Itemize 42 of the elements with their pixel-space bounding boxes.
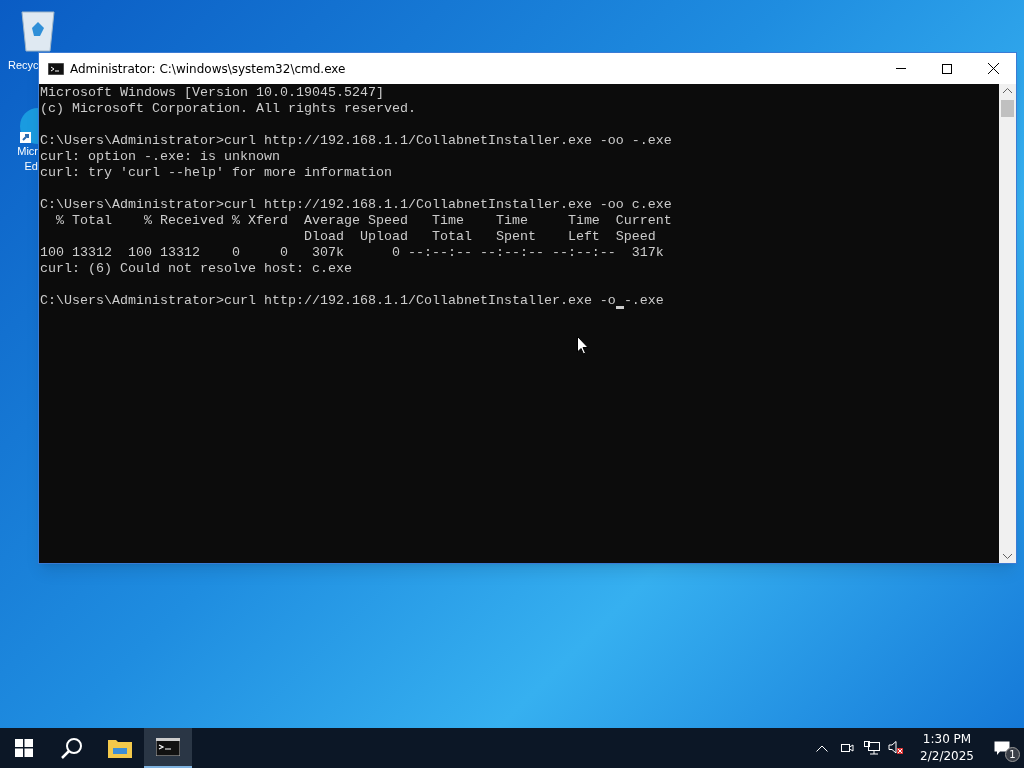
scroll-thumb[interactable] [1001,100,1014,117]
console-line: (c) Microsoft Corporation. All rights reserved. [40,101,416,117]
console-line: 100 13312 100 13312 0 0 307k 0 --:--:-- --:--:-- --:--:-- 317k [40,245,664,261]
window-title: Administrator: C:\windows\system32\cmd.exe [70,60,346,78]
maximize-icon [942,63,952,74]
console-line: Dload Upload Total Spent Left Speed [302,229,656,245]
recycle-bin-icon[interactable] [18,8,58,52]
console-app-icon [48,62,64,75]
scroll-up-icon[interactable] [1003,88,1012,94]
console-line: C:\Users\Administrator>curl http://192.168.1.1/CollabnetInstaller.exe -oo -.exe [40,133,672,149]
notification-badge: 1 [1005,747,1020,762]
muted-speaker-icon[interactable] [888,740,905,756]
desktop-icon-label: Recyc [8,58,39,73]
windows-logo-icon [15,739,33,757]
console-line: % Total % Received % Xferd Average Speed Time Time Time Current [55,213,672,229]
console-line: curl: try 'curl --help' for more information [40,165,392,181]
minimize-icon [896,68,906,69]
clock-time: 1:30 PM [922,731,972,748]
message-icon [994,740,1010,756]
text-cursor [615,306,624,309]
desktop-icon-label: Micr [17,144,38,159]
clock[interactable]: 1:30 PM 2/2/2025 [914,731,980,765]
search-icon [60,736,84,760]
taskbar-button[interactable] [144,728,192,768]
console-line: -.exe [623,293,664,309]
console-line: C:\Users\Administrator>curl http://192.168.1.1/CollabnetInstaller.exe -o [40,293,616,309]
console-line: Microsoft Windows [Version 10.0.19045.5247] [40,85,384,101]
console-app-icon [156,738,180,756]
clock-date: 2/2/2025 [920,748,974,765]
scroll-down-icon[interactable] [1003,553,1012,559]
desktop-icon-label: Ed [24,159,38,174]
network-icon[interactable] [864,741,881,755]
scrollbar[interactable] [999,84,1016,563]
console-line: curl: (6) Could not resolve host: c.exe [40,261,352,277]
folder-icon [108,738,132,758]
camera-icon[interactable] [840,741,855,755]
close-icon [987,63,999,74]
chevron-up-icon[interactable] [816,744,829,752]
console-line: C:\Users\Administrator>curl http://192.168.1.1/CollabnetInstaller.exe -oo c.exe [40,197,672,213]
notifications-button[interactable]: 1 [980,728,1024,768]
mouse-pointer-icon [577,336,589,355]
console-line: curl: option -.exe: is unknown [40,149,280,165]
